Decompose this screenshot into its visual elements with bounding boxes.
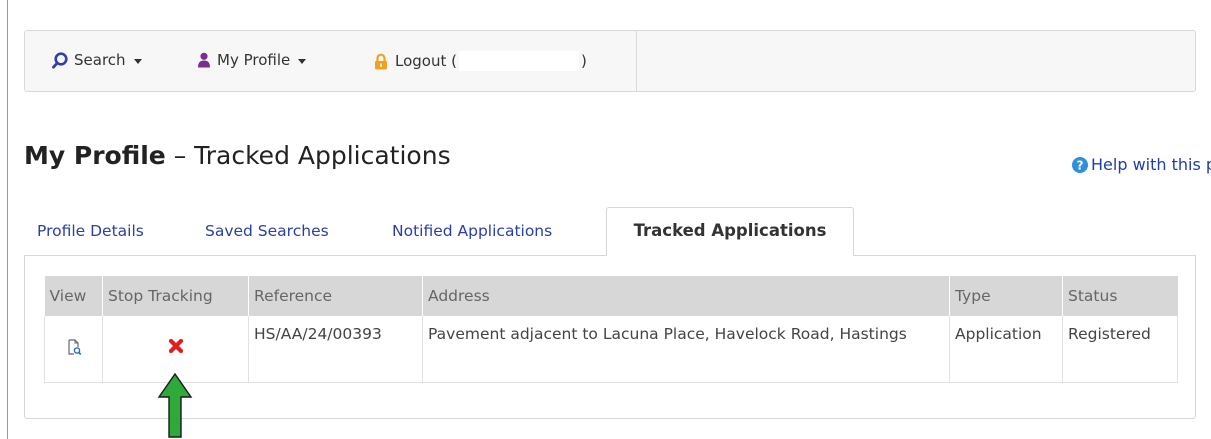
search-icon — [52, 51, 68, 69]
type-cell: Application — [949, 316, 1063, 383]
tab-profile-details[interactable]: Profile Details — [37, 222, 144, 240]
search-menu[interactable]: Search — [52, 51, 142, 69]
table-row: HS/AA/24/00393 Pavement adjacent to Lacu… — [44, 316, 1178, 383]
tab-saved-searches[interactable]: Saved Searches — [205, 222, 329, 240]
column-header-reference: Reference — [248, 276, 423, 316]
page-title-strong: My Profile — [24, 141, 166, 170]
column-header-stop-tracking: Stop Tracking — [102, 276, 249, 316]
navbar-divider — [636, 31, 637, 91]
help-link[interactable]: ? Help with this page — [1072, 155, 1211, 174]
logout-label-suffix: ) — [580, 52, 587, 70]
logout-label-prefix: Logout ( — [395, 52, 457, 70]
table-header-row: View Stop Tracking Reference Address Typ… — [44, 276, 1178, 316]
address-cell: Pavement adjacent to Lacuna Place, Havel… — [422, 316, 950, 383]
my-profile-menu-label: My Profile — [217, 51, 291, 69]
page-border-left — [7, 0, 8, 439]
column-header-type: Type — [949, 276, 1063, 316]
view-document-icon[interactable] — [66, 338, 82, 362]
my-profile-menu[interactable]: My Profile — [197, 51, 307, 69]
chevron-down-icon — [298, 58, 307, 64]
reference-cell[interactable]: HS/AA/24/00393 — [248, 316, 423, 383]
lock-icon — [375, 53, 387, 69]
question-circle-icon: ? — [1072, 156, 1088, 173]
tab-tracked-applications[interactable]: Tracked Applications — [606, 207, 854, 256]
help-link-label: Help with this page — [1091, 155, 1211, 174]
view-cell — [44, 316, 103, 383]
status-cell: Registered — [1062, 316, 1178, 383]
chevron-down-icon — [133, 58, 142, 64]
page-title-rest: – Tracked Applications — [165, 141, 451, 170]
column-header-status: Status — [1062, 276, 1178, 316]
redacted-username — [458, 51, 579, 71]
tab-notified-applications[interactable]: Notified Applications — [392, 222, 552, 240]
logout-link[interactable]: Logout ( ) — [373, 51, 587, 71]
page-title: My Profile – Tracked Applications — [24, 141, 451, 170]
tracked-applications-table: View Stop Tracking Reference Address Typ… — [44, 276, 1178, 383]
remove-x-icon[interactable] — [168, 338, 184, 360]
user-icon — [198, 52, 210, 68]
search-menu-label: Search — [74, 51, 126, 69]
column-header-address: Address — [422, 276, 950, 316]
top-navbar: Search My Profile Logout ( ) — [24, 30, 1196, 92]
green-up-arrow — [157, 372, 193, 438]
column-header-view: View — [44, 276, 103, 316]
svg-text:?: ? — [1077, 158, 1084, 172]
